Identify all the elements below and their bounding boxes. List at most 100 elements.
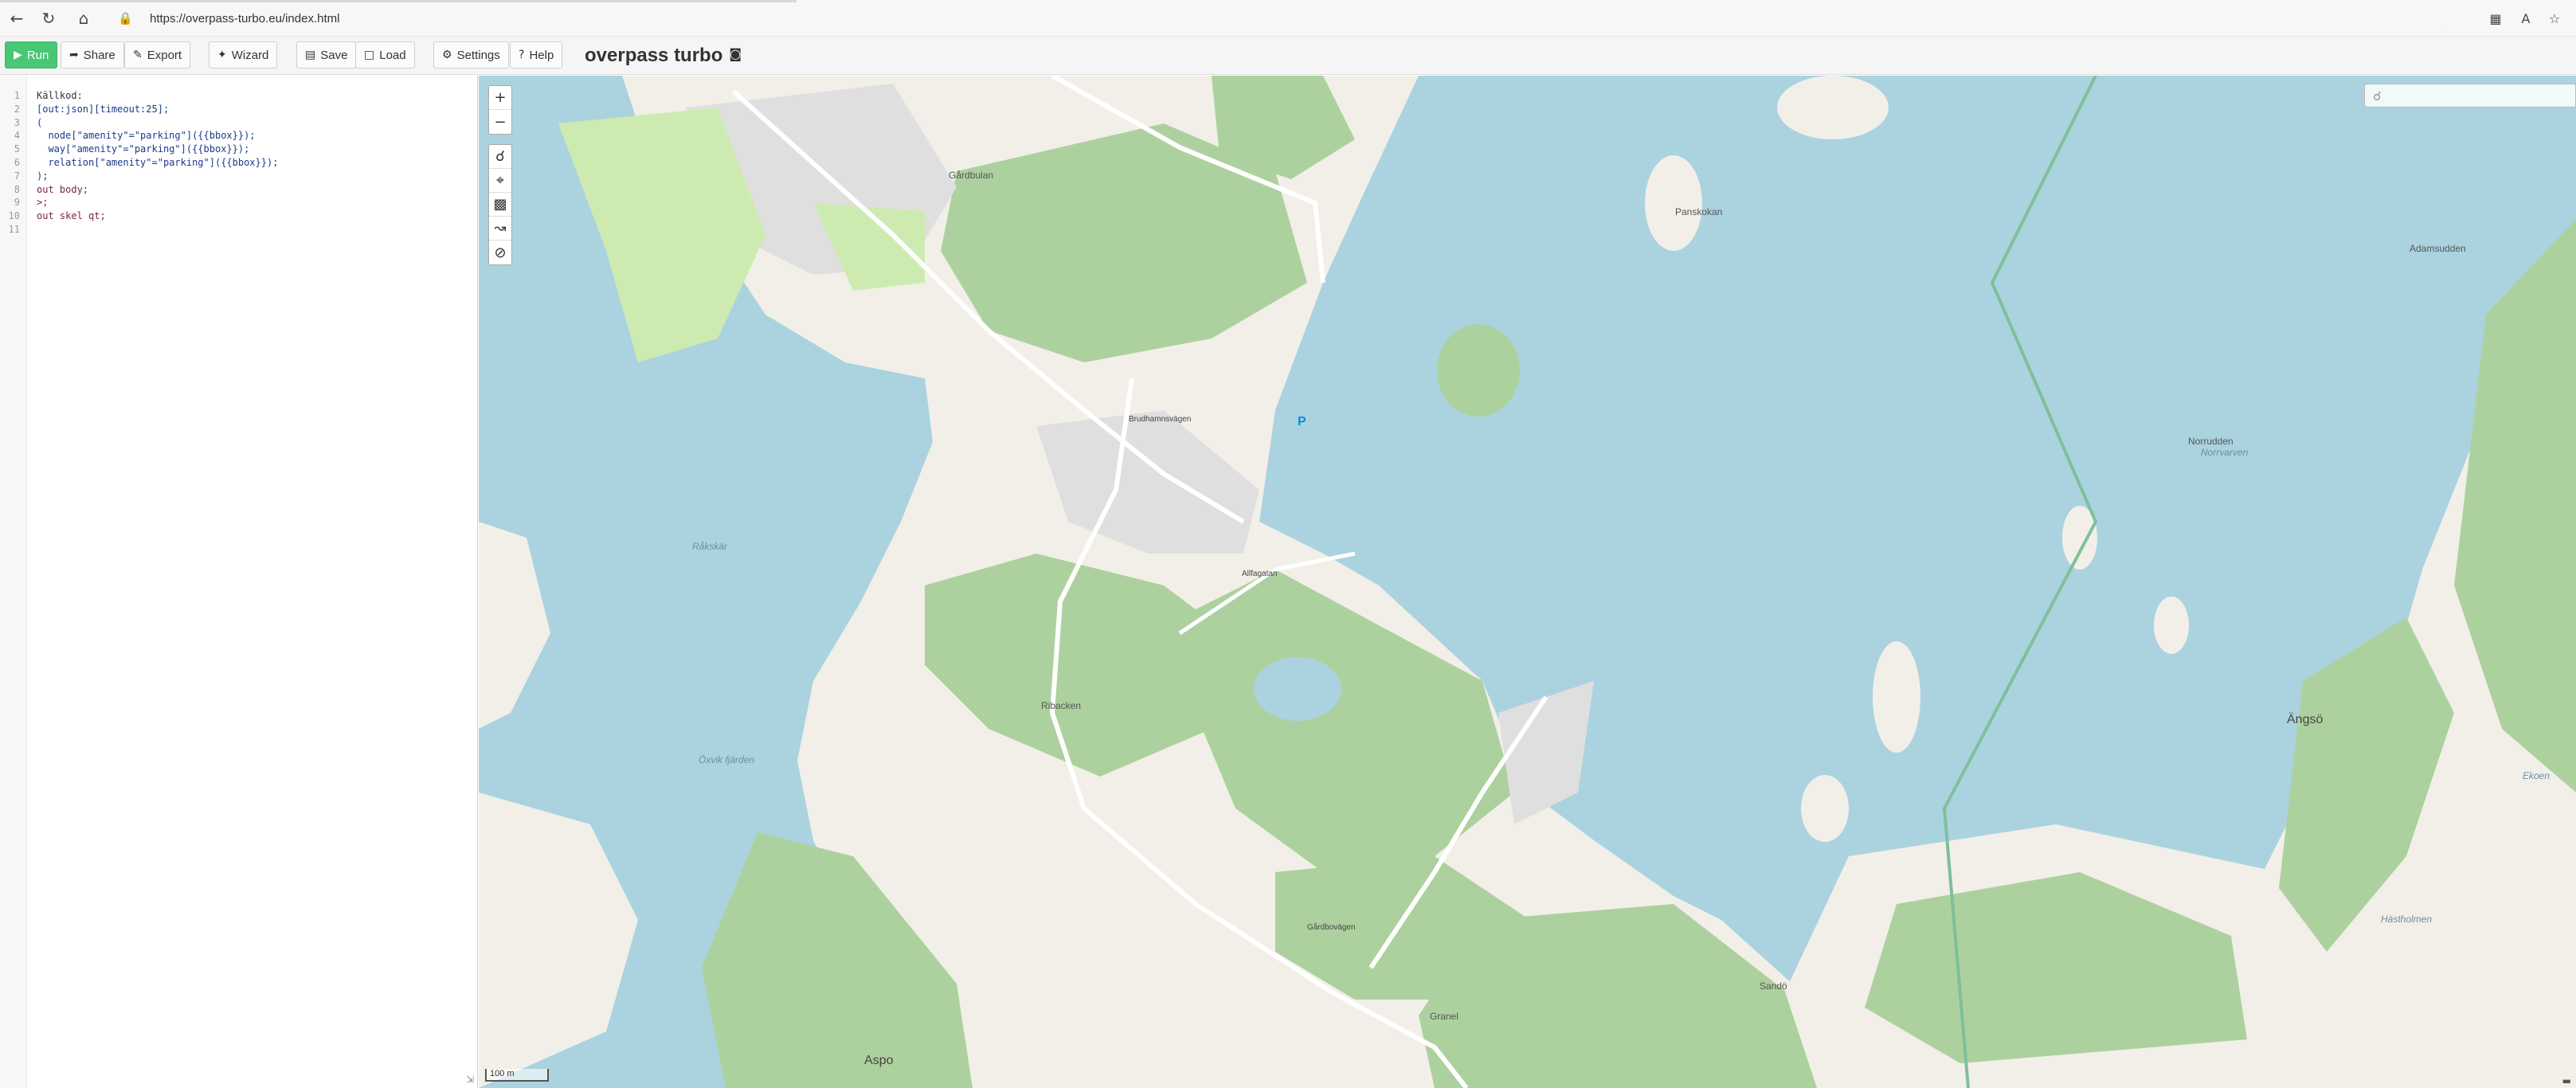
resize-grip-icon[interactable]: ⇲: [466, 1074, 474, 1085]
run-label: Run: [26, 48, 49, 62]
label-gardbulan: Gårdbulan: [949, 170, 994, 181]
line-number-gutter: 1 2 3 4 5 6 7 8 9 10 11: [0, 76, 27, 1088]
map-status-icon: ▬: [2562, 1075, 2571, 1086]
zoom-out-button[interactable]: −: [489, 110, 511, 134]
save-button[interactable]: ▤ Save: [296, 41, 357, 68]
export-button[interactable]: ✎ Export: [124, 41, 191, 68]
map-scale: 100 m: [485, 1069, 549, 1082]
code-line[interactable]: way["amenity"="parking"]({{bbox}});: [37, 143, 249, 155]
search-icon[interactable]: ☌: [489, 145, 511, 169]
small-island: [1777, 76, 1889, 139]
line-number: 2: [14, 103, 20, 115]
export-icon: ✎: [133, 49, 143, 61]
save-label: Save: [320, 48, 348, 62]
parking-marker[interactable]: P: [1298, 415, 1306, 429]
label-rakskar: Råkskär: [692, 541, 728, 552]
small-island: [1801, 775, 1849, 842]
clear-data-icon[interactable]: ⊘: [489, 241, 511, 264]
question-icon: ?: [519, 49, 525, 61]
load-button[interactable]: □ Load: [355, 41, 415, 68]
label-norrudden: Norrudden: [2188, 436, 2233, 447]
line-number: 7: [14, 170, 20, 182]
code-line[interactable]: >;: [37, 197, 48, 208]
code-line[interactable]: (: [37, 117, 42, 128]
code-line[interactable]: out body;: [37, 184, 88, 195]
help-button[interactable]: ? Help: [510, 41, 563, 68]
help-label: Help: [529, 48, 554, 62]
folder-icon: □: [364, 49, 375, 61]
line-number: 9: [14, 197, 20, 209]
reader-mode-icon[interactable]: ▦: [2485, 8, 2506, 29]
settings-button[interactable]: ⚙ Settings: [433, 41, 509, 68]
browser-toolbar: ← ↻ ⌂ 🔒 https://overpass-turbo.eu/index.…: [0, 0, 2576, 37]
line-number: 4: [14, 130, 20, 142]
code-line[interactable]: out skel qt;: [37, 210, 106, 221]
line-number: 6: [14, 157, 20, 168]
label-allfagatan: Allfagatan: [1242, 569, 1278, 578]
west-land: [479, 793, 638, 1088]
code-line[interactable]: relation["amenity"="parking"]({{bbox}});: [37, 157, 278, 168]
back-icon[interactable]: ←: [6, 8, 27, 29]
label-panskokan: Panskokan: [1675, 206, 1723, 217]
app-toolbar: ▶ Run ➦ Share ✎ Export ✦ Wizard ▤ Save □…: [0, 37, 2576, 75]
line-number: 8: [14, 183, 20, 195]
home-icon[interactable]: ⌂: [73, 8, 94, 29]
share-icon: ➦: [69, 49, 79, 61]
map-search-input[interactable]: ☌: [2364, 84, 2576, 108]
lock-icon: 🔒: [118, 11, 133, 25]
text-size-icon[interactable]: A: [2515, 8, 2536, 29]
small-island: [1645, 155, 1702, 251]
address-bar[interactable]: 🔒 https://overpass-turbo.eu/index.html: [112, 6, 2445, 30]
map-tiles: [479, 76, 2576, 1088]
save-icon: ▤: [305, 49, 316, 61]
label-ekoen: Ekoen: [2523, 770, 2551, 781]
code-line[interactable]: node["amenity"="parking"]({{bbox}});: [37, 130, 255, 141]
url-text[interactable]: https://overpass-turbo.eu/index.html: [150, 12, 339, 25]
share-button[interactable]: ➦ Share: [61, 41, 124, 68]
label-hastholmen: Hästholmen: [2381, 914, 2433, 925]
gear-icon: ⚙: [442, 49, 452, 61]
code-line[interactable]: Källkod:: [37, 90, 83, 101]
load-label: Load: [379, 48, 406, 62]
code-line[interactable]: [out:json][timeout:25];: [37, 104, 169, 115]
west-island: [479, 522, 550, 729]
label-granel: Granel: [1430, 1011, 1459, 1022]
zoom-control: + −: [488, 85, 512, 135]
fit-data-icon[interactable]: ↝: [489, 217, 511, 241]
settings-label: Settings: [456, 48, 500, 62]
locate-icon[interactable]: ⌖: [489, 169, 511, 193]
reload-icon[interactable]: ↻: [38, 8, 59, 29]
map-view[interactable]: + − ☌ ⌖ ▩ ↝ ⊘ ☌ P Ängsö Aspo Sandö Grane…: [479, 76, 2576, 1088]
search-icon: ☌: [2373, 88, 2382, 104]
lake: [1254, 657, 1341, 721]
small-island: [1873, 641, 1920, 753]
line-number: 10: [8, 210, 20, 222]
export-label: Export: [147, 48, 182, 62]
label-gardbovagen: Gårdbovägen: [1307, 923, 1356, 932]
layers-icon[interactable]: ▩: [489, 193, 511, 217]
line-number: 11: [8, 224, 20, 235]
query-editor[interactable]: 1 2 3 4 5 6 7 8 9 10 11 Källkod: [out:json][timeout…: [0, 76, 478, 1088]
code-line[interactable]: );: [37, 170, 48, 182]
app-title-text: overpass turbo: [585, 45, 723, 66]
label-fjarden: Öxvik fjärden: [699, 754, 755, 765]
wizard-label: Wizard: [231, 48, 269, 62]
favorite-star-icon[interactable]: ☆: [2544, 8, 2565, 29]
line-number: 3: [14, 116, 20, 128]
label-adamsudden: Adamsudden: [2410, 243, 2466, 254]
wand-icon: ✦: [217, 49, 227, 61]
map-tools: ☌ ⌖ ▩ ↝ ⊘: [488, 144, 512, 265]
label-norrvarven: Norrvarven: [2201, 447, 2249, 458]
small-island: [1437, 324, 1520, 417]
forest-area: [1419, 904, 1833, 1088]
tab-strip: [0, 0, 797, 2]
wizard-button[interactable]: ✦ Wizard: [209, 41, 278, 68]
run-button[interactable]: ▶ Run: [5, 41, 58, 68]
play-icon: ▶: [14, 49, 22, 61]
label-ribacken: Ribacken: [1041, 700, 1082, 711]
share-label: Share: [83, 48, 115, 62]
overpass-logo-icon: ◙: [729, 46, 742, 61]
line-number: 1: [14, 90, 20, 101]
app-title: overpass turbo ◙: [585, 45, 742, 67]
zoom-in-button[interactable]: +: [489, 86, 511, 110]
